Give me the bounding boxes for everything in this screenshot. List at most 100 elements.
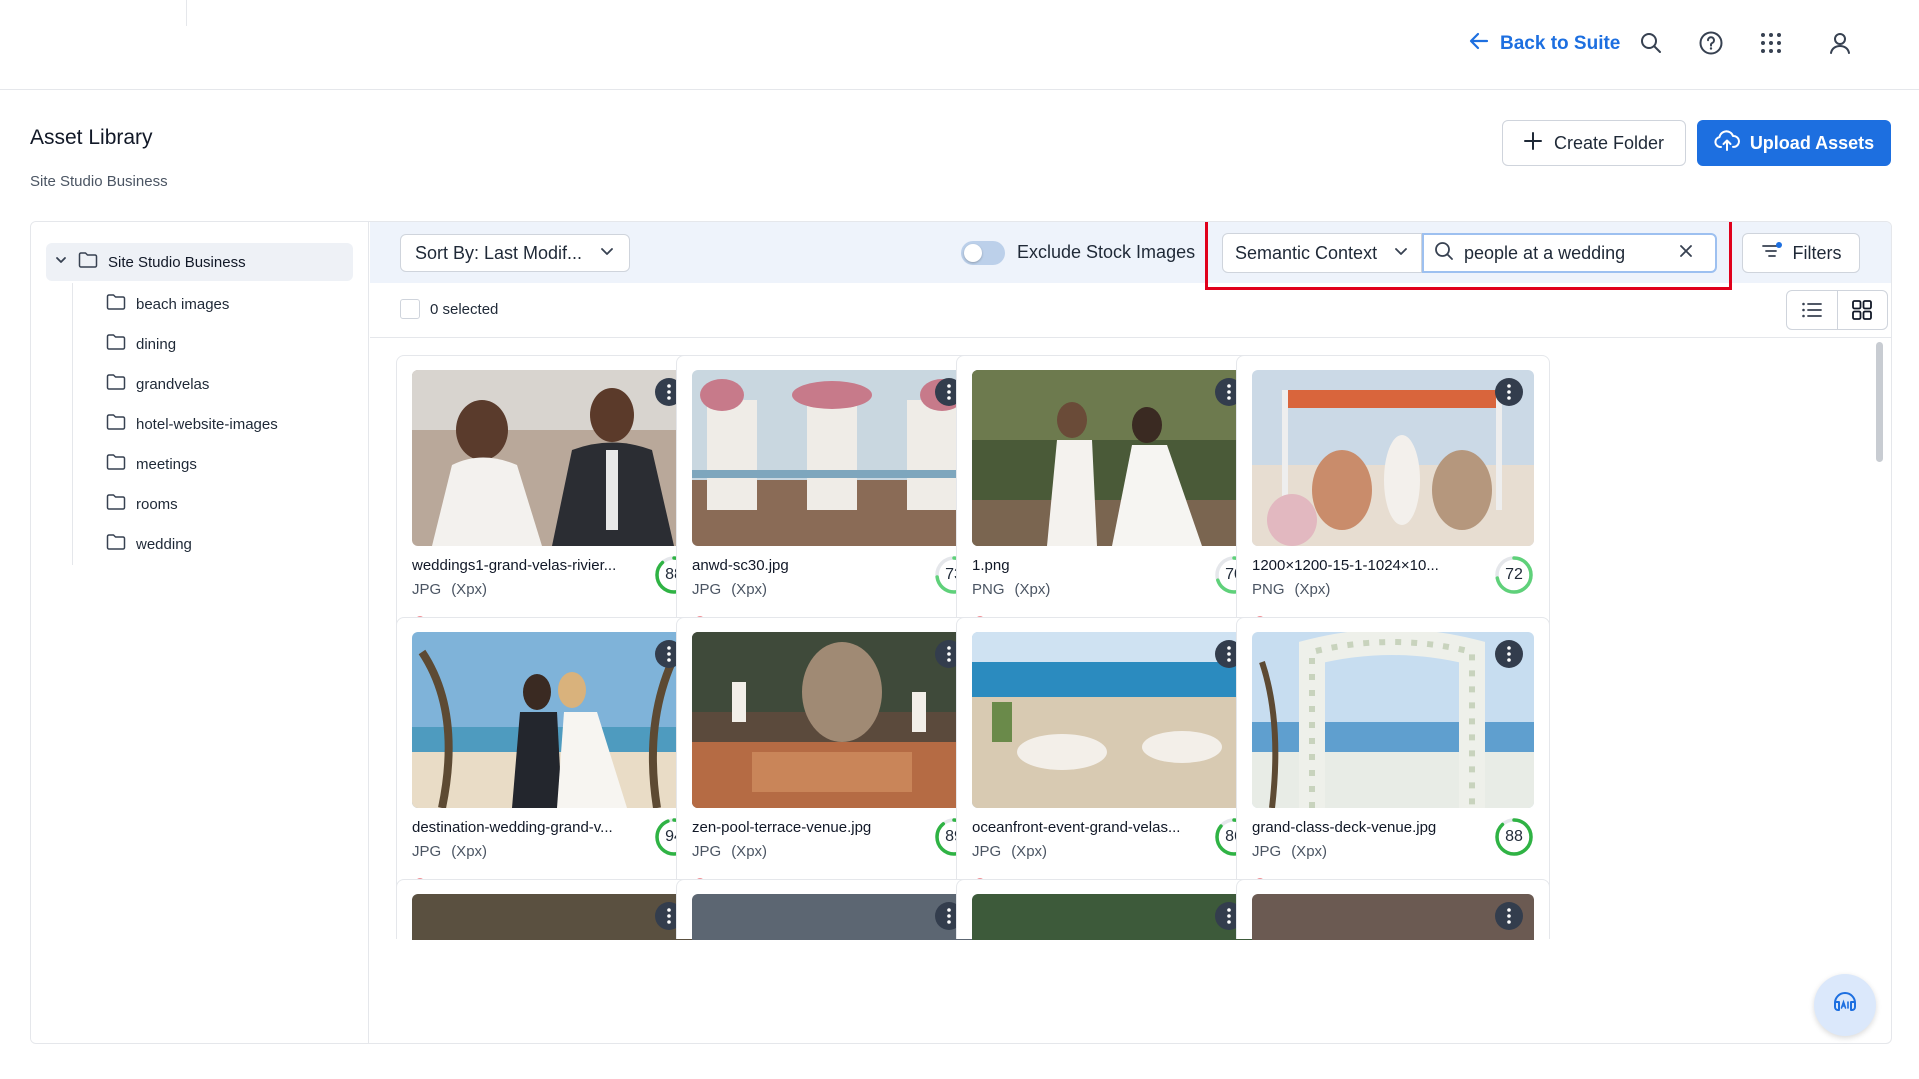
selected-count: 0 selected [430, 301, 499, 318]
asset-thumbnail[interactable] [1252, 370, 1534, 546]
asset-card[interactable]: destination-wedding-grand-v...JPG(Xpx)No… [396, 617, 710, 917]
exclude-stock-toggle[interactable] [961, 241, 1005, 265]
asset-thumbnail[interactable] [1252, 894, 1534, 940]
scrollbar[interactable] [1874, 342, 1884, 1032]
asset-card[interactable] [676, 879, 990, 940]
folder-label: meetings [136, 455, 197, 473]
help-icon[interactable] [1696, 28, 1726, 58]
asset-dimensions: (Xpx) [1014, 581, 1051, 598]
page-title: Asset Library [30, 126, 153, 149]
list-view-icon[interactable] [1787, 291, 1837, 329]
relevance-score: 72 [1494, 555, 1534, 595]
asset-card[interactable]: 1.pngPNG(Xpx)Not available70 [956, 355, 1270, 655]
asset-meta: JPG (Xpx) [412, 843, 487, 860]
cloud-upload-icon [1714, 129, 1740, 157]
library-panel: Site Studio Business beach images dining… [30, 221, 1892, 1044]
asset-card[interactable]: 1200×1200-15-1-1024×10...PNG(Xpx)Not ava… [1236, 355, 1550, 655]
asset-thumbnail[interactable] [972, 632, 1254, 808]
folder-item-rooms[interactable]: rooms [106, 489, 178, 519]
relevance-score-value: 88 [1505, 828, 1523, 845]
asset-meta: JPG (Xpx) [412, 581, 487, 598]
chevron-down-icon[interactable] [54, 253, 68, 271]
asset-type: PNG [972, 581, 1005, 598]
folder-icon [78, 251, 98, 273]
asset-card[interactable] [1236, 879, 1550, 940]
tree-guide-line [72, 283, 73, 565]
tree-root-site-studio-business[interactable]: Site Studio Business [46, 243, 353, 281]
asset-type: JPG [972, 843, 1002, 860]
top-bar: Back to Suite [0, 0, 1919, 90]
asset-dimensions: (Xpx) [1011, 843, 1048, 860]
asset-type: PNG [1252, 581, 1285, 598]
asset-thumbnail[interactable] [412, 370, 694, 546]
asset-meta: JPG (Xpx) [1252, 843, 1327, 860]
back-to-suite-link[interactable]: Back to Suite [1468, 30, 1620, 58]
relevance-score-value: 72 [1505, 566, 1523, 583]
asset-thumbnail[interactable] [972, 370, 1254, 546]
apps-grid-icon[interactable] [1756, 28, 1786, 58]
search-highlight-box [1205, 222, 1732, 290]
asset-type: JPG [692, 581, 722, 598]
select-all-checkbox[interactable] [400, 299, 420, 319]
asset-name: weddings1-grand-velas-rivier... [412, 557, 617, 574]
create-folder-button[interactable]: Create Folder [1502, 120, 1686, 166]
upload-assets-button[interactable]: Upload Assets [1697, 120, 1891, 166]
folder-icon [106, 493, 126, 515]
asset-name: 1.png [972, 557, 1010, 574]
folder-icon [106, 413, 126, 435]
asset-thumbnail[interactable] [1252, 632, 1534, 808]
asset-thumbnail[interactable] [972, 894, 1254, 940]
asset-thumbnail[interactable] [692, 370, 974, 546]
ai-assistant-icon [1829, 987, 1861, 1024]
view-toggle [1786, 290, 1888, 330]
asset-meta: PNG (Xpx) [972, 581, 1050, 598]
asset-card[interactable]: weddings1-grand-velas-rivier...JPG(Xpx)N… [396, 355, 710, 655]
asset-dimensions: (Xpx) [1294, 581, 1331, 598]
search-icon[interactable] [1636, 28, 1666, 58]
asset-dimensions: (Xpx) [731, 581, 768, 598]
asset-type: JPG [692, 843, 722, 860]
folder-item-dining[interactable]: dining [106, 329, 176, 359]
folder-icon [106, 293, 126, 315]
grid-view-icon[interactable] [1838, 291, 1888, 329]
page-subtitle: Site Studio Business [30, 173, 168, 190]
asset-type: JPG [1252, 843, 1282, 860]
folder-label: rooms [136, 495, 178, 513]
sort-dropdown[interactable]: Sort By: Last Modif... [400, 234, 630, 272]
asset-thumbnail[interactable] [692, 894, 974, 940]
asset-name: oceanfront-event-grand-velas... [972, 819, 1181, 836]
asset-thumbnail[interactable] [692, 632, 974, 808]
selection-bar [370, 283, 1891, 338]
asset-card[interactable] [396, 879, 710, 940]
asset-card[interactable] [956, 879, 1270, 940]
asset-name: anwd-sc30.jpg [692, 557, 789, 574]
folder-item-beach-images[interactable]: beach images [106, 289, 229, 319]
asset-name: destination-wedding-grand-v... [412, 819, 613, 836]
folder-item-hotel-website-images[interactable]: hotel-website-images [106, 409, 278, 439]
asset-card[interactable]: zen-pool-terrace-venue.jpgJPG(Xpx)Not av… [676, 617, 990, 917]
exclude-stock-label: Exclude Stock Images [1017, 242, 1196, 262]
folder-item-grandvelas[interactable]: grandvelas [106, 369, 209, 399]
filters-button[interactable]: Filters [1742, 233, 1860, 273]
asset-thumbnail[interactable] [412, 894, 694, 940]
chevron-down-icon [599, 243, 615, 264]
ai-assistant-button[interactable] [1814, 974, 1876, 1036]
folder-icon [106, 373, 126, 395]
user-icon[interactable] [1825, 28, 1855, 58]
asset-card[interactable]: oceanfront-event-grand-velas...JPG(Xpx)N… [956, 617, 1270, 917]
folder-label: grandvelas [136, 375, 210, 393]
scrollbar-thumb[interactable] [1876, 342, 1883, 462]
asset-card[interactable]: anwd-sc30.jpgJPG(Xpx)Not available73 [676, 355, 990, 655]
more-options-icon[interactable] [1495, 902, 1523, 930]
folder-icon [106, 533, 126, 555]
asset-meta: JPG (Xpx) [692, 843, 767, 860]
asset-name: 1200×1200-15-1-1024×10... [1252, 557, 1439, 574]
asset-thumbnail[interactable] [412, 632, 694, 808]
more-options-icon[interactable] [1495, 378, 1523, 406]
asset-area: Sort By: Last Modif... Exclude Stock Ima… [370, 222, 1891, 1043]
more-options-icon[interactable] [1495, 640, 1523, 668]
asset-card[interactable]: grand-class-deck-venue.jpgJPG(Xpx)Not av… [1236, 617, 1550, 917]
relevance-score: 88 [1494, 817, 1534, 857]
folder-item-wedding[interactable]: wedding [106, 529, 192, 559]
folder-item-meetings[interactable]: meetings [106, 449, 197, 479]
